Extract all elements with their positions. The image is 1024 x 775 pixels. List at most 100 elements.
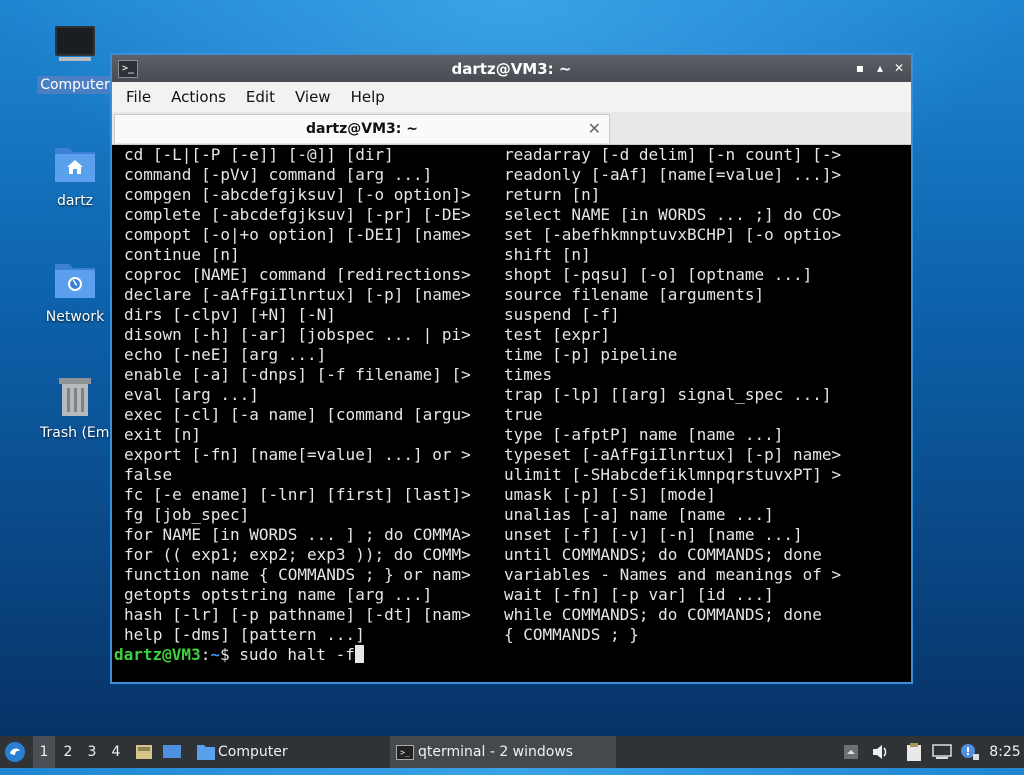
terminal-line: test [expr]	[504, 325, 610, 344]
taskbar: 1 2 3 4 Computer >_ qterminal - 2 window…	[0, 736, 1024, 768]
network-folder-icon	[51, 256, 99, 304]
tab-terminal[interactable]: dartz@VM3: ~ ✕	[114, 114, 610, 143]
tab-close-icon[interactable]: ✕	[588, 115, 601, 143]
terminal-line: source filename [arguments]	[504, 285, 765, 304]
terminal-line: fc [-e ename] [-lnr] [first] [last]>	[124, 485, 471, 504]
menu-edit[interactable]: Edit	[236, 88, 285, 106]
terminal-line: while COMMANDS; do COMMANDS; done	[504, 605, 822, 624]
menu-help[interactable]: Help	[341, 88, 395, 106]
terminal-line: for NAME [in WORDS ... ] ; do COMMA>	[124, 525, 471, 544]
close-button[interactable]: ✕	[890, 59, 908, 77]
terminal-line: coproc [NAME] command [redirections>	[124, 265, 471, 284]
terminal-line: shift [n]	[504, 245, 591, 264]
terminal-line: declare [-aAfFgiIlnrtux] [-p] [name>	[124, 285, 471, 304]
prompt-path: ~	[210, 645, 220, 664]
menu-bar: File Actions Edit View Help	[112, 82, 911, 112]
desktop-icon-computer[interactable]: Computer	[37, 24, 113, 94]
terminal-line: readarray [-d delim] [-n count] [->	[504, 145, 842, 164]
desktop-icon	[163, 745, 181, 758]
terminal-line: { COMMANDS ; }	[504, 625, 639, 644]
window-title: dartz@VM3: ~	[451, 60, 572, 78]
start-menu-button[interactable]	[4, 736, 28, 768]
home-folder-icon	[51, 140, 99, 188]
menu-file[interactable]: File	[116, 88, 161, 106]
terminal-line: time [-p] pipeline	[504, 345, 678, 364]
show-desktop-button[interactable]	[162, 736, 184, 768]
workspace-1[interactable]: 1	[33, 736, 55, 768]
prompt-symbol: $	[219, 645, 230, 664]
terminal-line: function name { COMMANDS ; } or nam>	[124, 565, 471, 584]
terminal-line: help [-dms] [pattern ...]	[124, 625, 365, 644]
network-status-icon[interactable]	[932, 736, 954, 768]
desktop-icon-trash[interactable]: Trash (Empt	[37, 372, 124, 442]
terminal-left-column: cd [-L|[-P [-e]] [-@]] [dir] command [-pV…	[124, 145, 471, 645]
terminal-line: fg [job_spec]	[124, 505, 250, 524]
maximize-button[interactable]: ▴	[871, 59, 889, 77]
minimize-button[interactable]: ▪	[851, 59, 869, 77]
terminal-line: false	[124, 465, 173, 484]
notification-icon[interactable]	[960, 736, 982, 768]
terminal-line: compgen [-abcdefgjksuv] [-o option]>	[124, 185, 471, 204]
terminal-line: umask [-p] [-S] [mode]	[504, 485, 716, 504]
terminal-output[interactable]: cd [-L|[-P [-e]] [-@]] [dir] command [-pV…	[112, 145, 911, 682]
desktop-icon-label: Computer	[37, 76, 113, 94]
folder-icon	[197, 745, 215, 760]
volume-icon[interactable]	[872, 736, 890, 768]
app-menu-icon	[5, 742, 25, 762]
terminal-line: unset [-f] [-v] [-n] [name ...]	[504, 525, 803, 544]
text-cursor	[354, 645, 364, 663]
tab-label: dartz@VM3: ~	[306, 121, 418, 137]
terminal-line: unalias [-a] name [name ...]	[504, 505, 774, 524]
title-bar[interactable]: >_ dartz@VM3: ~ ▪ ▴ ✕	[112, 55, 911, 82]
computer-launcher[interactable]: Computer	[194, 736, 294, 768]
terminal-line: until COMMANDS; do COMMANDS; done	[504, 545, 822, 564]
terminal-line: dirs [-clpv] [+N] [-N]	[124, 305, 336, 324]
terminal-line: times	[504, 365, 553, 384]
task-label: qterminal - 2 windows	[418, 744, 574, 760]
terminal-line: complete [-abcdefgjksuv] [-pr] [-DE>	[124, 205, 471, 224]
clock[interactable]: 8:25	[988, 736, 1022, 768]
terminal-line: ulimit [-SHabcdefiklmnpqrstuvxPT] >	[504, 465, 842, 484]
prompt-command: sudo halt -f	[229, 645, 355, 664]
terminal-line: wait [-fn] [-p var] [id ...]	[504, 585, 774, 604]
file-manager-icon	[136, 745, 152, 759]
tab-bar: dartz@VM3: ~ ✕	[112, 112, 911, 145]
desktop-icon-home[interactable]: dartz	[37, 140, 113, 210]
trash-icon	[51, 372, 99, 420]
terminal-line: suspend [-f]	[504, 305, 620, 324]
workspace-4[interactable]: 4	[105, 736, 127, 768]
terminal-line: shopt [-pqsu] [-o] [optname ...]	[504, 265, 813, 284]
taskbar-task-qterminal[interactable]: >_ qterminal - 2 windows	[390, 736, 616, 768]
terminal-line: export [-fn] [name[=value] ...] or >	[124, 445, 471, 464]
tray-arrow-icon[interactable]	[844, 736, 860, 768]
terminal-line: eval [arg ...]	[124, 385, 259, 404]
terminal-line: trap [-lp] [[arg] signal_spec ...]	[504, 385, 832, 404]
file-manager-launcher[interactable]	[134, 736, 156, 768]
terminal-line: enable [-a] [-dnps] [-f filename] [>	[124, 365, 471, 384]
computer-launcher-label: Computer	[218, 744, 288, 760]
workspace-2[interactable]: 2	[57, 736, 79, 768]
desktop-icon-network[interactable]: Network	[37, 256, 113, 326]
prompt-separator: :	[200, 645, 211, 664]
terminal-line: disown [-h] [-ar] [jobspec ... | pi>	[124, 325, 471, 344]
terminal-line: exit [n]	[124, 425, 202, 444]
terminal-line: type [-afptP] name [name ...]	[504, 425, 784, 444]
terminal-line: readonly [-aAf] [name[=value] ...]>	[504, 165, 842, 184]
terminal-line: cd [-L|[-P [-e]] [-@]] [dir]	[124, 145, 394, 164]
terminal-line: compopt [-o|+o option] [-DEI] [name>	[124, 225, 471, 244]
workspace-3[interactable]: 3	[81, 736, 103, 768]
terminal-line: continue [n]	[124, 245, 240, 264]
shell-prompt[interactable]: dartz@VM3:~$ sudo halt -f	[114, 645, 364, 665]
terminal-line: echo [-neE] [arg ...]	[124, 345, 327, 364]
menu-view[interactable]: View	[285, 88, 341, 106]
terminal-line: exec [-cl] [-a name] [command [argu>	[124, 405, 471, 424]
terminal-line: select NAME [in WORDS ... ;] do CO>	[504, 205, 842, 224]
terminal-line: getopts optstring name [arg ...]	[124, 585, 433, 604]
clipboard-icon[interactable]	[906, 736, 926, 768]
desktop-icon-label: Network	[45, 309, 105, 325]
terminal-line: command [-pVv] command [arg ...]	[124, 165, 433, 184]
menu-actions[interactable]: Actions	[161, 88, 236, 106]
computer-icon	[51, 24, 99, 72]
terminal-line: hash [-lr] [-p pathname] [-dt] [nam>	[124, 605, 471, 624]
terminal-line: variables - Names and meanings of >	[504, 565, 842, 584]
